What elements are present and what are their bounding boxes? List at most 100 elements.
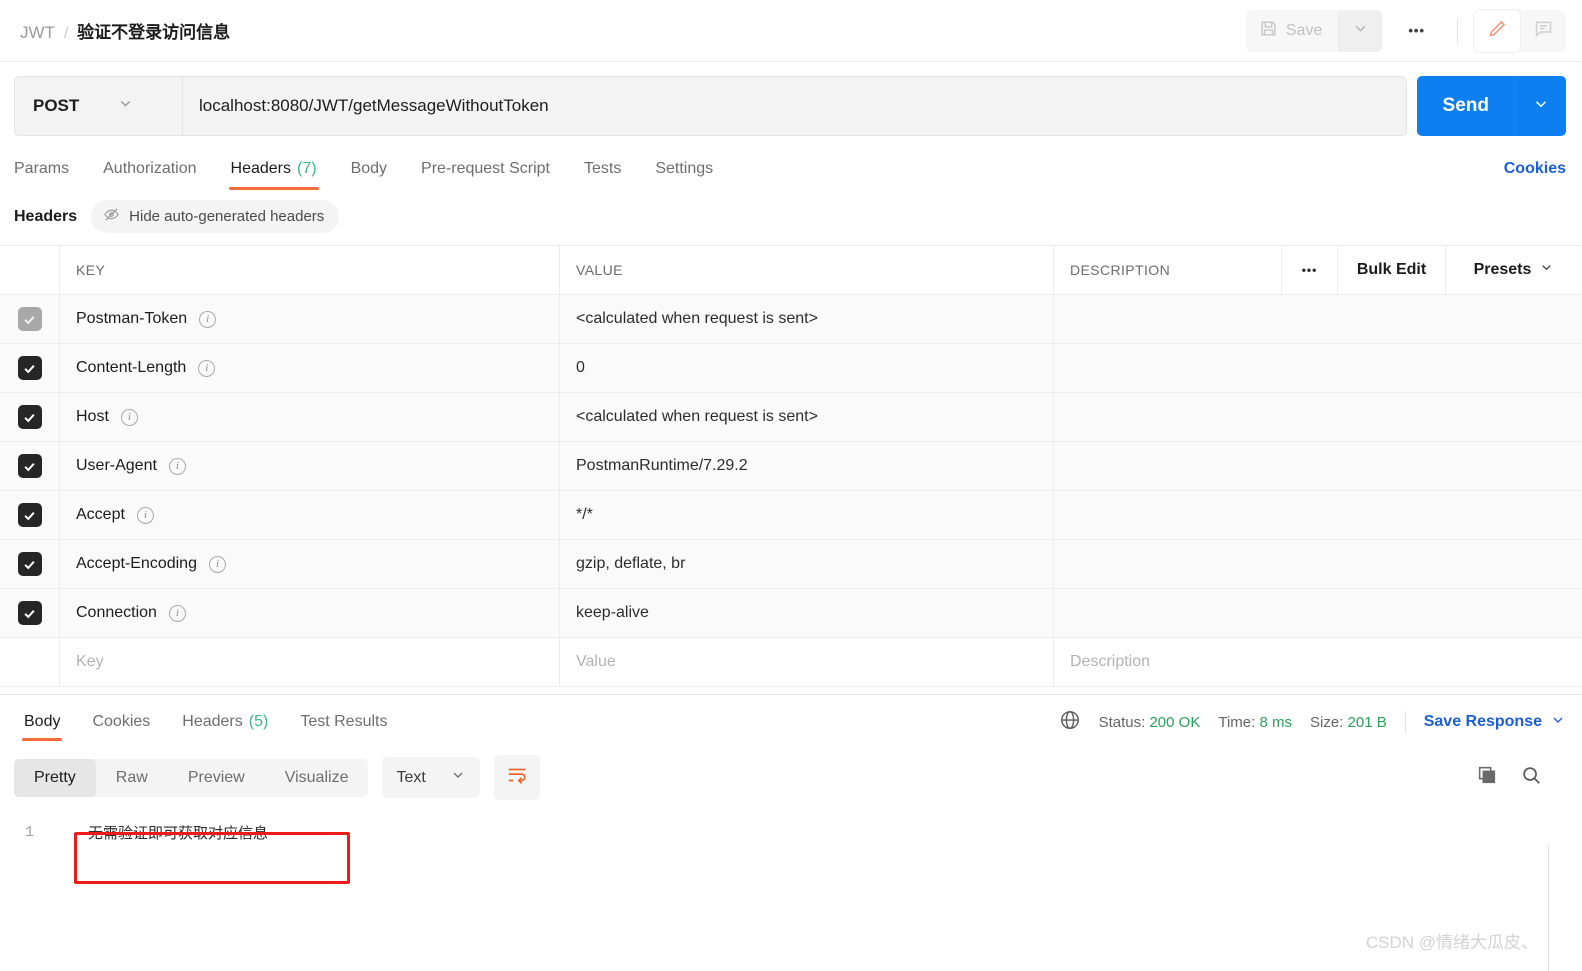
tab-pre-request-script-label: Pre-request Script	[421, 160, 550, 177]
empty-row-value-input[interactable]: Value	[560, 638, 1054, 686]
more-options-button[interactable]: •••	[1392, 13, 1441, 48]
row-checkbox[interactable]	[0, 344, 60, 392]
response-tab-body[interactable]: Body	[8, 695, 76, 749]
chevron-down-icon	[450, 767, 466, 788]
info-icon[interactable]: i	[168, 604, 186, 622]
tab-settings[interactable]: Settings	[638, 148, 730, 190]
row-value-cell[interactable]: */*	[560, 491, 1054, 539]
row-key-cell[interactable]: Connection i	[60, 589, 560, 637]
response-tab-headers[interactable]: Headers (5)	[166, 695, 284, 749]
empty-row-description-input[interactable]: Description	[1054, 638, 1582, 686]
row-key-cell[interactable]: Accept i	[60, 491, 560, 539]
info-icon[interactable]: i	[199, 310, 217, 328]
tab-body[interactable]: Body	[334, 148, 404, 190]
row-description-cell[interactable]	[1054, 295, 1582, 343]
row-key-cell[interactable]: Postman-Token i	[60, 295, 560, 343]
save-response-button[interactable]: Save Response	[1424, 712, 1566, 733]
send-dropdown-button[interactable]	[1516, 76, 1566, 136]
save-button-group: Save	[1245, 9, 1383, 52]
row-key-cell[interactable]: Accept-Encoding i	[60, 540, 560, 588]
row-description-cell[interactable]	[1054, 540, 1582, 588]
row-description-cell[interactable]	[1054, 344, 1582, 392]
tab-params[interactable]: Params	[14, 148, 86, 190]
info-icon[interactable]: i	[136, 506, 154, 524]
top-bar: JWT / 验证不登录访问信息 Save •••	[0, 0, 1582, 62]
search-button[interactable]	[1520, 764, 1542, 791]
viewer-scrollbar[interactable]	[1548, 845, 1549, 971]
row-value-cell[interactable]: gzip, deflate, br	[560, 540, 1054, 588]
tab-headers-label: Headers	[230, 160, 291, 177]
empty-row-checkbox[interactable]	[0, 638, 60, 686]
cookies-link[interactable]: Cookies	[1504, 160, 1566, 178]
send-button-group: Send	[1416, 76, 1566, 136]
table-row: Accept i */*	[0, 491, 1582, 540]
table-row: Connection i keep-alive	[0, 589, 1582, 638]
editor-tools-group	[1474, 9, 1566, 52]
method-selector[interactable]: POST	[15, 77, 183, 135]
row-key-cell[interactable]: Content-Length i	[60, 344, 560, 392]
view-mode-raw[interactable]: Raw	[96, 759, 168, 797]
table-more-options-button[interactable]: •••	[1282, 246, 1338, 294]
row-value-cell[interactable]: <calculated when request is sent>	[560, 393, 1054, 441]
info-icon[interactable]: i	[168, 457, 186, 475]
row-checkbox[interactable]	[0, 442, 60, 490]
tab-headers[interactable]: Headers (7)	[214, 148, 334, 190]
row-value-cell[interactable]: 0	[560, 344, 1054, 392]
table-row: Postman-Token i <calculated when request…	[0, 295, 1582, 344]
row-key-cell[interactable]: Host i	[60, 393, 560, 441]
chevron-down-icon	[117, 95, 134, 117]
breadcrumb-leaf[interactable]: 验证不登录访问信息	[77, 18, 230, 43]
info-icon[interactable]: i	[198, 359, 216, 377]
comments-button[interactable]	[1520, 10, 1566, 52]
view-mode-visualize[interactable]: Visualize	[265, 759, 369, 797]
tab-tests[interactable]: Tests	[567, 148, 638, 190]
copy-button[interactable]	[1476, 764, 1498, 791]
row-checkbox[interactable]	[0, 589, 60, 637]
edit-button[interactable]	[1474, 9, 1520, 52]
view-mode-preview[interactable]: Preview	[168, 759, 265, 797]
response-view-actions	[1476, 764, 1566, 791]
empty-row-key-input[interactable]: Key	[60, 638, 560, 686]
response-tab-cookies-label: Cookies	[92, 713, 151, 730]
row-value-cell[interactable]: keep-alive	[560, 589, 1054, 637]
response-tab-cookies[interactable]: Cookies	[76, 695, 166, 749]
word-wrap-button[interactable]	[493, 755, 540, 800]
row-checkbox[interactable]	[0, 540, 60, 588]
row-description-cell[interactable]	[1054, 589, 1582, 637]
checkbox-checked-icon	[17, 454, 42, 478]
row-checkbox[interactable]	[0, 491, 60, 539]
response-tab-test-results[interactable]: Test Results	[284, 695, 403, 749]
row-key-cell[interactable]: User-Agent i	[60, 442, 560, 490]
line-number: 1	[24, 824, 34, 841]
row-checkbox[interactable]	[0, 295, 60, 343]
save-dropdown-button[interactable]	[1339, 9, 1383, 52]
response-body-viewer[interactable]: 1 无需验证即可获取对应信息~	[0, 810, 1582, 970]
row-description-cell[interactable]	[1054, 491, 1582, 539]
tab-body-label: Body	[350, 160, 388, 177]
bulk-edit-button[interactable]: Bulk Edit	[1338, 246, 1446, 294]
breadcrumb-root[interactable]: JWT	[20, 23, 55, 43]
row-checkbox[interactable]	[0, 393, 60, 441]
method-label: POST	[33, 96, 80, 115]
row-key-label: Content-Length	[76, 359, 187, 376]
time-value: 8 ms	[1259, 713, 1292, 731]
response-format-selector[interactable]: Text	[382, 757, 480, 798]
status-item: Status: 200 OK	[1099, 714, 1201, 731]
chevron-down-icon	[1550, 712, 1566, 733]
url-input[interactable]: localhost:8080/JWT/getMessageWithoutToke…	[183, 77, 1406, 135]
row-value-cell[interactable]: <calculated when request is sent>	[560, 295, 1054, 343]
row-description-cell[interactable]	[1054, 442, 1582, 490]
save-button[interactable]: Save	[1245, 9, 1340, 52]
row-description-cell[interactable]	[1054, 393, 1582, 441]
info-icon[interactable]: i	[120, 408, 138, 426]
table-row: Host i <calculated when request is sent>	[0, 393, 1582, 442]
hide-auto-generated-headers-button[interactable]: Hide auto-generated headers	[91, 200, 340, 233]
tab-pre-request-script[interactable]: Pre-request Script	[404, 148, 567, 190]
row-value-cell[interactable]: PostmanRuntime/7.29.2	[560, 442, 1054, 490]
view-mode-pretty[interactable]: Pretty	[14, 758, 96, 797]
send-button[interactable]: Send	[1417, 76, 1516, 136]
tab-authorization[interactable]: Authorization	[86, 148, 213, 190]
info-icon[interactable]: i	[208, 555, 226, 573]
presets-button[interactable]: Presets	[1446, 246, 1582, 294]
table-row: Content-Length i 0	[0, 344, 1582, 393]
